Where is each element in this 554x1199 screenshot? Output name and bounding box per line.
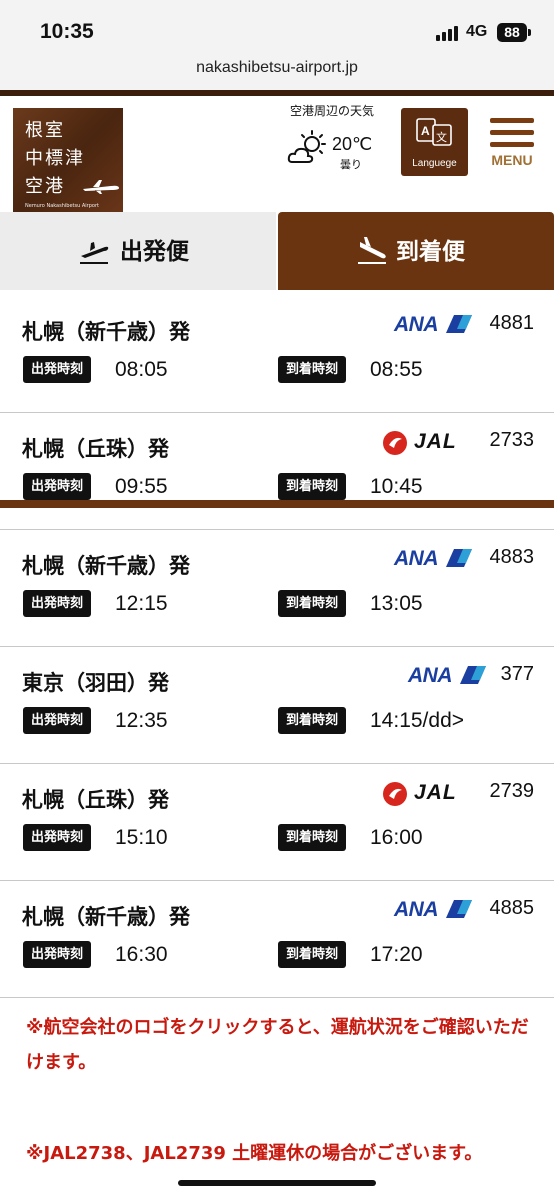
ana-logo-button[interactable]: ANA [394, 547, 472, 571]
language-button[interactable]: A 文 Languege [401, 108, 468, 176]
note-saturday-suspension: ※JAL2738、JAL2739 土曜運休の場合がございます。 [26, 1143, 483, 1164]
flight-list: 札幌（新千歳）発 ANA 4881 出発時刻 08:05 到着時刻 08:55 … [0, 296, 554, 998]
note-logo-click: ※航空会社のロゴをクリックすると、運航状況をご確認いただけます。 [26, 1017, 529, 1073]
flight-tabs: 出発便 到着便 [0, 212, 554, 508]
status-time: 10:35 [40, 20, 94, 43]
ana-logo-button[interactable]: ANA [394, 313, 472, 337]
departure-plane-icon [80, 242, 109, 264]
logo-line-3: 空港 [25, 176, 65, 197]
flight-number: 2739 [489, 780, 535, 802]
cloudy-sun-icon [287, 130, 326, 163]
language-label: Languege [412, 158, 457, 169]
network-type: 4G [466, 23, 488, 40]
arr-time: 13:05 [370, 592, 423, 615]
weather-condition: 曇り [340, 158, 362, 171]
translate-icon: A 文 [416, 118, 452, 146]
dep-time: 09:55 [115, 475, 168, 498]
tab-arrivals-label: 到着便 [396, 239, 465, 265]
airline-name: JAL [414, 430, 457, 453]
home-indicator[interactable] [178, 1180, 376, 1186]
dep-time-badge: 出発時刻 [23, 707, 92, 734]
weather-title: 空港周辺の天気 [289, 104, 374, 118]
flight-origin: 札幌（丘珠）発 [22, 788, 169, 812]
arr-time-badge: 到着時刻 [278, 941, 347, 968]
logo-line-2: 中標津 [25, 148, 85, 169]
dep-time-badge: 出発時刻 [23, 941, 92, 968]
airline-name: ANA [394, 898, 439, 921]
menu-bar-icon [490, 118, 534, 123]
airport-logo[interactable]: 根室 中標津 空港 Nemuro Nakashibetsu Airport [13, 108, 123, 216]
arr-time-badge: 到着時刻 [278, 473, 347, 500]
jal-crane-icon [383, 431, 407, 455]
arrival-plane-icon [358, 237, 386, 264]
dep-time-badge: 出発時刻 [23, 824, 92, 851]
airline-name: ANA [408, 664, 453, 687]
arr-time: 10:45 [370, 475, 423, 498]
flight-number: 2733 [489, 429, 535, 451]
logo-line-1: 根室 [25, 120, 65, 141]
svg-text:文: 文 [436, 130, 447, 144]
flight-row: 札幌（丘珠）発 JAL 2733 出発時刻 09:55 到着時刻 10:45 [0, 413, 554, 530]
flight-origin: 札幌（新千歳）発 [22, 320, 190, 344]
menu-button[interactable]: MENU [488, 116, 536, 170]
ana-stripe-icon [446, 900, 472, 918]
flight-origin: 札幌（丘珠）発 [22, 437, 169, 461]
battery-level: 88 [504, 24, 520, 40]
tab-departures[interactable]: 出発便 [0, 212, 276, 290]
flight-number: 4883 [489, 546, 535, 568]
flight-row: 東京（羽田）発 ANA 377 出発時刻 12:35 到着時刻 14:15/dd… [0, 647, 554, 764]
flight-origin: 札幌（新千歳）発 [22, 905, 190, 929]
dep-time-badge: 出発時刻 [23, 356, 92, 383]
airline-name: ANA [394, 547, 439, 570]
ana-logo-button[interactable]: ANA [408, 664, 486, 688]
tab-departures-label: 出発便 [120, 239, 189, 265]
flight-row: 札幌（新千歳）発 ANA 4883 出発時刻 12:15 到着時刻 13:05 [0, 530, 554, 647]
ana-stripe-icon [446, 549, 472, 567]
url-text[interactable]: nakashibetsu-airport.jp [196, 59, 358, 76]
address-bar[interactable]: nakashibetsu-airport.jp [0, 52, 554, 90]
arr-time-badge: 到着時刻 [278, 356, 347, 383]
temperature: 20℃ [332, 134, 373, 154]
ana-stripe-icon [460, 666, 486, 684]
tab-arrivals[interactable]: 到着便 [278, 212, 554, 290]
menu-label: MENU [491, 152, 533, 168]
menu-bar-icon [490, 130, 534, 135]
flight-origin: 札幌（新千歳）発 [22, 554, 190, 578]
flight-number: 4881 [489, 312, 535, 334]
dep-time: 15:10 [115, 826, 168, 849]
arr-time: 14:15/dd> [370, 709, 465, 732]
logo-plane-icon [83, 180, 119, 194]
dep-time: 16:30 [115, 943, 168, 966]
dep-time: 12:35 [115, 709, 168, 732]
arr-time-badge: 到着時刻 [278, 824, 347, 851]
flight-number: 377 [500, 663, 534, 685]
arr-time: 08:55 [370, 358, 423, 381]
dep-time-badge: 出発時刻 [23, 590, 92, 617]
flight-number: 4885 [489, 897, 535, 919]
arr-time-badge: 到着時刻 [278, 707, 347, 734]
site-header: 根室 中標津 空港 Nemuro Nakashibetsu Airport 空港… [0, 96, 554, 216]
status-bar: 10:35 4G 88 [0, 0, 554, 52]
dep-time-badge: 出発時刻 [23, 473, 92, 500]
signal-icon [436, 25, 462, 41]
flight-origin: 東京（羽田）発 [22, 671, 169, 695]
battery-icon: 88 [497, 23, 531, 42]
flight-row: 札幌（新千歳）発 ANA 4881 出発時刻 08:05 到着時刻 08:55 [0, 296, 554, 413]
jal-crane-icon [383, 782, 407, 806]
ana-logo-button[interactable]: ANA [394, 898, 472, 922]
arr-time: 17:20 [370, 943, 423, 966]
arr-time-badge: 到着時刻 [278, 590, 347, 617]
weather-widget: 空港周辺の天気 20℃ 曇り [282, 102, 382, 171]
flight-row: 札幌（新千歳）発 ANA 4885 出発時刻 16:30 到着時刻 17:20 [0, 881, 554, 998]
airline-name: ANA [394, 313, 439, 336]
dep-time: 08:05 [115, 358, 168, 381]
airline-name: JAL [414, 781, 457, 804]
svg-text:A: A [421, 124, 430, 138]
dep-time: 12:15 [115, 592, 168, 615]
arr-time: 16:00 [370, 826, 423, 849]
logo-subtitle: Nemuro Nakashibetsu Airport [25, 203, 99, 209]
menu-bar-icon [490, 142, 534, 147]
ana-stripe-icon [446, 315, 472, 333]
flight-row: 札幌（丘珠）発 JAL 2739 出発時刻 15:10 到着時刻 16:00 [0, 764, 554, 881]
